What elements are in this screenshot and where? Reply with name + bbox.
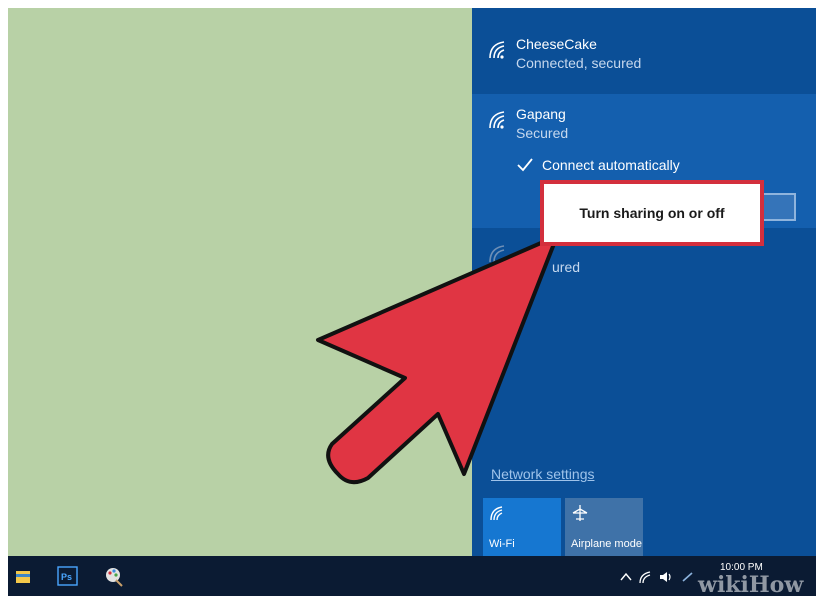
paint-icon[interactable]	[102, 564, 126, 588]
wifi-icon[interactable]	[638, 570, 654, 584]
network-status: Secured	[516, 125, 569, 141]
taskbar: Ps 10:00 PM	[8, 556, 816, 596]
svg-text:Ps: Ps	[61, 572, 72, 582]
airplane-mode-tile[interactable]: Airplane mode	[565, 498, 643, 556]
wifi-icon	[489, 245, 505, 263]
network-status: ured	[552, 259, 581, 275]
wifi-tile-label: Wi-Fi	[489, 538, 515, 550]
turn-sharing-label: Turn sharing on or off	[544, 184, 760, 242]
network-item-cheesecake[interactable]: CheeseCake Connected, secured	[472, 24, 816, 94]
file-explorer-icon[interactable]	[14, 564, 38, 588]
network-name: CheeseCake	[516, 36, 597, 52]
link-icon[interactable]	[680, 570, 696, 584]
photoshop-icon[interactable]: Ps	[56, 564, 80, 588]
wifi-icon	[489, 111, 505, 129]
watermark-logo: wikiHow	[698, 572, 804, 598]
network-settings-link[interactable]: Network settings	[491, 466, 594, 482]
wifi-tile[interactable]: Wi-Fi	[483, 498, 561, 556]
speaker-icon[interactable]	[658, 570, 674, 584]
airplane-icon	[572, 505, 588, 521]
checkmark-icon	[517, 158, 533, 172]
sharing-tooltip[interactable]: Turn sharing on or off	[540, 180, 764, 246]
network-status: Connected, secured	[516, 55, 642, 71]
airplane-mode-label: Airplane mode	[571, 538, 642, 550]
connect-automatically-label: Connect automatically	[542, 157, 680, 173]
chevron-up-icon[interactable]	[618, 570, 634, 584]
network-name: Gapang	[516, 106, 566, 122]
wifi-icon	[489, 41, 505, 59]
wifi-icon	[490, 506, 503, 521]
